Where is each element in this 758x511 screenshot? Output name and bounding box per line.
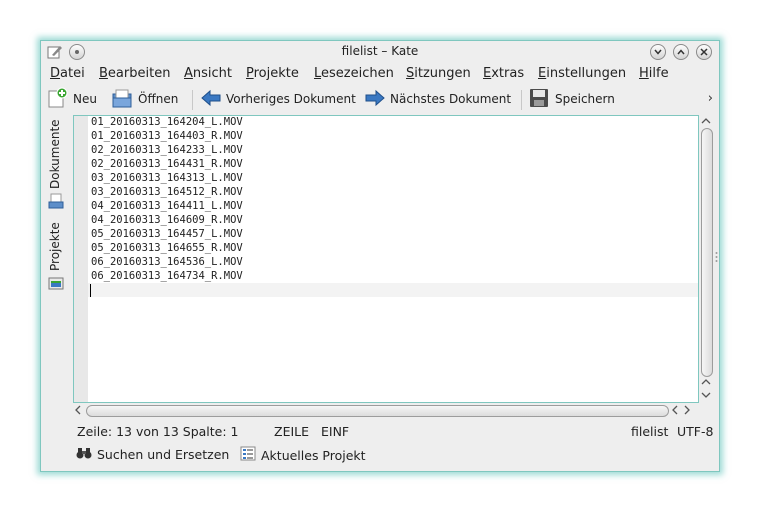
- selection-mode[interactable]: ZEILE: [274, 424, 309, 439]
- editor-line: 01_20160313_164204_L.MOV: [91, 116, 243, 128]
- cursor-position: Zeile: 13 von 13 Spalte: 1: [77, 424, 239, 439]
- menu-bearbeiten[interactable]: Bearbeiten: [99, 66, 170, 81]
- editor-line: 04_20160313_164609_R.MOV: [91, 214, 243, 226]
- menu-datei[interactable]: Datei: [50, 66, 85, 81]
- menu-einstellungen[interactable]: Einstellungen: [538, 66, 626, 81]
- editor-line: 04_20160313_164411_L.MOV: [91, 200, 243, 212]
- scroll-left-icon[interactable]: [671, 405, 679, 417]
- menu-bar: Datei Bearbeiten Ansicht Projekte Leseze…: [41, 63, 719, 85]
- open-button[interactable]: Öffnen: [111, 88, 178, 110]
- menu-hilfe[interactable]: Hilfe: [639, 66, 669, 81]
- previous-document-button[interactable]: Vorheriges Dokument: [201, 88, 356, 110]
- scroll-left-icon[interactable]: [74, 405, 82, 417]
- binoculars-icon: [76, 446, 92, 463]
- editor-line: 03_20160313_164512_R.MOV: [91, 186, 243, 198]
- current-project-button[interactable]: Aktuelles Projekt: [240, 446, 366, 464]
- menu-lesezeichen[interactable]: Lesezeichen: [314, 66, 394, 81]
- vertical-scroll-thumb[interactable]: [701, 128, 713, 377]
- new-document-icon: [46, 87, 68, 112]
- arrow-right-icon: [365, 89, 385, 110]
- toolbar-separator: [521, 90, 522, 110]
- editor-gutter: [74, 116, 88, 402]
- scroll-down-icon[interactable]: [701, 390, 711, 401]
- scroll-up-icon[interactable]: [701, 377, 711, 388]
- menu-extras[interactable]: Extras: [483, 66, 524, 81]
- search-replace-button[interactable]: Suchen und Ersetzen: [76, 446, 229, 463]
- editor-line: 02_20160313_164431_R.MOV: [91, 158, 243, 170]
- window-title: filelist – Kate: [341, 44, 419, 58]
- current-line-highlight: [88, 283, 698, 297]
- editor-line: 03_20160313_164313_L.MOV: [91, 172, 243, 184]
- menu-projekte[interactable]: Projekte: [246, 66, 299, 81]
- editor-line: 01_20160313_164403_R.MOV: [91, 130, 243, 142]
- menu-sitzungen[interactable]: Sitzungen: [406, 66, 471, 81]
- sidebar: Dokumente Projekte: [41, 115, 69, 295]
- projects-icon: [48, 275, 64, 294]
- status-bar: Zeile: 13 von 13 Spalte: 1 ZEILE EINF fi…: [41, 423, 719, 441]
- editor-line: 06_20160313_164536_L.MOV: [91, 256, 243, 268]
- sidebar-tab-projects-label: Projekte: [48, 222, 62, 271]
- file-name: filelist: [631, 424, 669, 439]
- sidebar-tab-documents[interactable]: Dokumente: [43, 115, 67, 210]
- bottom-toolbar: Suchen und Ersetzen Aktuelles Projekt: [41, 445, 719, 467]
- new-button[interactable]: Neu: [46, 87, 97, 112]
- horizontal-scrollbar[interactable]: [73, 403, 713, 419]
- editor-line: 02_20160313_164233_L.MOV: [91, 144, 243, 156]
- sidebar-tab-documents-label: Dokumente: [48, 119, 62, 189]
- editor-line: 05_20160313_164655_R.MOV: [91, 242, 243, 254]
- title-bar: filelist – Kate: [41, 41, 719, 63]
- close-icon[interactable]: [696, 44, 712, 60]
- toolbar-overflow-icon[interactable]: ›: [708, 91, 713, 106]
- sidebar-tab-projects[interactable]: Projekte: [43, 213, 67, 293]
- text-caret: [90, 284, 91, 297]
- vertical-scrollbar[interactable]: [699, 115, 715, 403]
- kate-window: filelist – Kate Datei Bearbeiten Ansicht…: [40, 40, 720, 472]
- toolbar-separator: [192, 90, 193, 110]
- main-toolbar: Neu Öffnen Vorheriges Dokument Nächstes …: [41, 85, 719, 113]
- splitter-grip[interactable]: [715, 251, 718, 263]
- arrow-left-icon: [201, 89, 221, 110]
- save-button[interactable]: Speichern: [528, 88, 615, 110]
- editor-content[interactable]: 01_20160313_164204_L.MOV 01_20160313_1644…: [91, 115, 243, 283]
- insert-mode[interactable]: EINF: [321, 424, 349, 439]
- save-disk-icon: [528, 87, 550, 112]
- file-encoding[interactable]: UTF-8: [677, 424, 713, 439]
- menu-ansicht[interactable]: Ansicht: [184, 66, 232, 81]
- minimize-icon[interactable]: [650, 44, 666, 60]
- next-document-button[interactable]: Nächstes Dokument: [365, 88, 511, 110]
- scroll-up-icon[interactable]: [701, 116, 711, 127]
- maximize-icon[interactable]: [673, 44, 689, 60]
- text-editor[interactable]: 01_20160313_164204_L.MOV 01_20160313_1644…: [73, 115, 699, 403]
- project-list-icon: [240, 446, 256, 464]
- editor-line: 05_20160313_164457_L.MOV: [91, 228, 243, 240]
- scroll-right-icon[interactable]: [683, 405, 691, 417]
- editor-line: 06_20160313_164734_R.MOV: [91, 270, 243, 282]
- open-folder-icon: [111, 87, 133, 112]
- horizontal-scroll-thumb[interactable]: [86, 405, 669, 417]
- documents-icon: [48, 193, 64, 212]
